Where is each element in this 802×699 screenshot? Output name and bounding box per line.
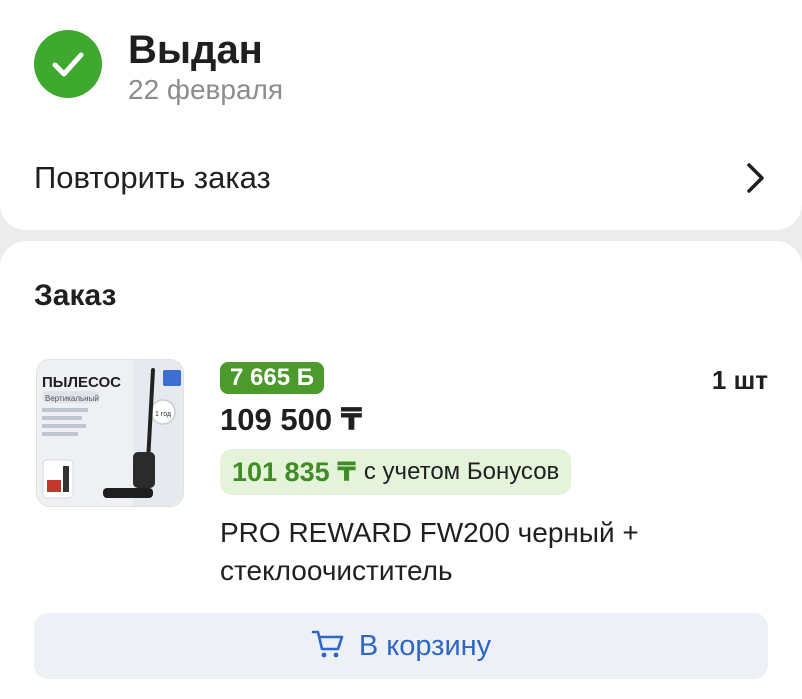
quantity: 1 шт	[711, 365, 768, 395]
status-date: 22 февраля	[128, 74, 284, 105]
order-status-card: Выдан 22 февраля Повторить заказ	[0, 0, 802, 230]
order-title: Заказ	[34, 279, 117, 312]
bonus-price-badge: 101 835 ₸ с учетом Бонусов	[220, 449, 572, 495]
repeat-order-button[interactable]: Повторить заказ	[34, 150, 770, 206]
bonus-price-note: с учетом Бонусов	[363, 458, 560, 485]
image-badge: 1 год	[155, 411, 171, 418]
cart-icon	[311, 629, 345, 664]
image-subtitle: Вертикальный	[45, 394, 99, 403]
add-to-cart-button[interactable]: В корзину	[34, 613, 768, 679]
image-title: ПЫЛЕСОС	[42, 374, 121, 391]
product-image[interactable]: ПЫЛЕСОС Вертикальный 1 год	[36, 359, 184, 507]
status-row: Выдан 22 февраля	[34, 28, 283, 106]
chevron-right-icon	[740, 158, 770, 198]
status-text: Выдан 22 февраля	[128, 26, 283, 106]
bonus-price-value: 101 835 ₸	[232, 456, 356, 487]
status-title: Выдан	[128, 28, 263, 72]
check-circle-icon	[34, 30, 102, 98]
bonus-badge: 7 665 Б	[220, 362, 324, 394]
repeat-order-label: Повторить заказ	[34, 160, 271, 195]
product-name[interactable]: PRO REWARD FW200 черный + стеклоочистите…	[220, 514, 760, 590]
add-to-cart-label: В корзину	[358, 629, 492, 662]
order-card: Заказ ПЫЛЕСОС Вертикальный 1 год 7 665 Б…	[0, 241, 802, 699]
price: 109 500 ₸	[220, 402, 363, 437]
